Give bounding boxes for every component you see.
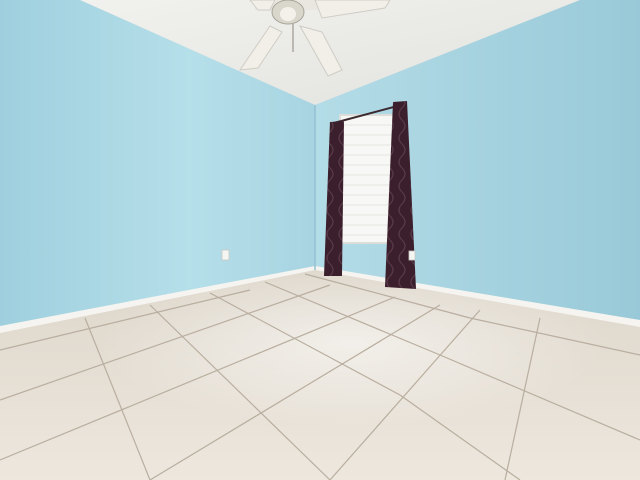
wall-outlet-icon [408, 250, 416, 261]
room-photo [0, 0, 640, 480]
window-icon [339, 114, 396, 244]
wall-outlet-icon [221, 249, 230, 261]
room-illustration [0, 0, 640, 480]
